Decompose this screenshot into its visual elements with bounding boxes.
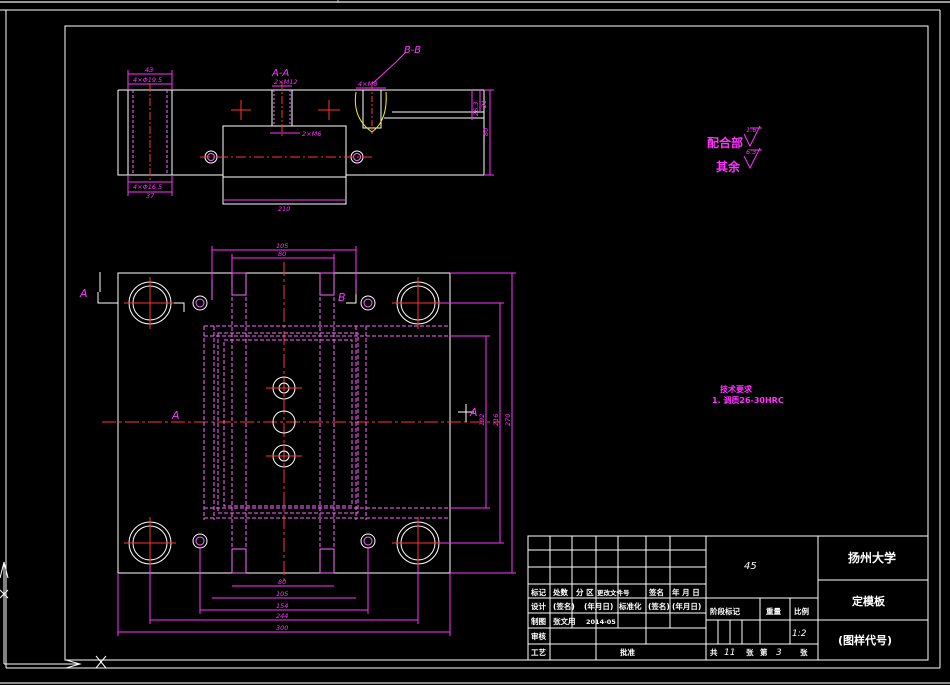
material-value: 45 xyxy=(744,561,757,572)
row-draw-date: 2014-05 xyxy=(586,618,616,626)
top-section-view: 43 4×Φ19.5 4×Φ16.5 37 2×M12 2×M6 4×M8 21… xyxy=(117,45,494,213)
ucs-icon xyxy=(0,561,107,669)
hdr-sign: 签名 xyxy=(648,587,664,597)
dim-hole-bottom: 4×Φ16.5 xyxy=(133,183,162,191)
sheet-unit: 张 xyxy=(746,648,754,657)
surface-fit-value: 1.6 xyxy=(746,126,756,134)
dim-bottom-154: 154 xyxy=(276,602,288,610)
dim-bb-thread: 4×M8 xyxy=(358,80,377,88)
row-check: 审核 xyxy=(531,631,546,641)
tech-req-item: 1. 调质26-30HRC xyxy=(712,395,784,405)
row-process: 工艺 xyxy=(531,647,546,657)
dim-bottom-80: 80 xyxy=(278,578,286,586)
row-design-label: 设计 xyxy=(531,601,546,611)
weight-label: 重量 xyxy=(766,606,781,616)
dim-80: 80 xyxy=(482,128,490,136)
section-label-aa: A-A xyxy=(271,68,289,79)
dim-screw-b: 2×M6 xyxy=(302,130,321,138)
sheet-unit2: 张 xyxy=(800,648,808,657)
university-name: 扬州大学 xyxy=(848,550,896,565)
cad-drawing: 43 4×Φ19.5 4×Φ16.5 37 2×M12 2×M6 4×M8 21… xyxy=(0,0,950,684)
dim-top-80: 80 xyxy=(278,250,286,258)
row-draw-label: 制图 xyxy=(531,616,546,626)
dim-21: 21 xyxy=(480,100,488,108)
dim-right-270: 270 xyxy=(504,414,512,426)
technical-requirements: 技术要求 1. 调质26-30HRC xyxy=(712,384,784,405)
dim-top-105: 105 xyxy=(276,242,288,250)
dim-hole-top: 4×Φ19.5 xyxy=(133,76,162,84)
section-a-center: A xyxy=(171,409,180,422)
row-design-std: 标准化 xyxy=(618,601,642,611)
hdr-mark: 标记 xyxy=(530,587,546,597)
surface-finish-notes: 配合部 1.6 其余 6.3 xyxy=(707,125,762,174)
dim-screw-aa: 2×M12 xyxy=(274,78,297,86)
dim-right-216: 216 xyxy=(492,414,500,426)
dim-bottom-244: 244 xyxy=(276,612,288,620)
dim-hole-bottom-width: 37 xyxy=(146,192,155,200)
hdr-change-doc: 更改文件号 xyxy=(597,588,630,597)
guide-hole-bl xyxy=(124,517,176,569)
row-design-std-sign: (签名) xyxy=(648,601,670,611)
hdr-date: 年 月 日 xyxy=(672,587,700,597)
title-block: 45 扬州大学 定模板 (图样代号) 标记 处数 分 区 更改文件号 签名 年 … xyxy=(527,535,929,661)
approve-label: 批准 xyxy=(620,647,635,657)
part-name: 定模板 xyxy=(852,594,886,608)
guide-hole-tl xyxy=(124,277,176,329)
scale-label: 比例 xyxy=(794,606,809,616)
total-label: 共 xyxy=(710,647,718,657)
dim-hole-width: 43 xyxy=(145,66,153,74)
dim-right-192: 192 xyxy=(478,414,486,426)
row-design-date: (年月日) xyxy=(584,601,613,611)
section-a-left: A xyxy=(79,287,88,300)
sheet-value: 3 xyxy=(776,648,782,658)
hdr-count: 处数 xyxy=(552,587,568,597)
drawing-border xyxy=(64,25,929,661)
row-design-std-date: (年月日) xyxy=(672,601,701,611)
guide-hole-tr xyxy=(392,277,444,329)
tech-req-title: 技术要求 xyxy=(720,384,753,394)
dim-bottom-300: 300 xyxy=(276,624,288,632)
drawing-code: (图样代号) xyxy=(838,633,892,647)
guide-hole-br xyxy=(392,517,444,569)
section-label-bb: B-B xyxy=(404,45,421,56)
dim-26: 26.3 xyxy=(472,102,480,116)
surface-rest-label: 其余 xyxy=(716,159,741,174)
row-draw-name: 张文用 xyxy=(553,616,576,626)
stage-label: 阶段标记 xyxy=(710,606,740,616)
section-a-right: A xyxy=(469,406,478,419)
dim-bottom-105: 105 xyxy=(276,590,288,598)
plan-view: A A A B 105 80 80 105 154 244 300 192 21… xyxy=(79,242,516,636)
surface-fit-label: 配合部 xyxy=(707,135,743,150)
hdr-zone: 分 区 xyxy=(576,587,594,597)
sheet-label: 第 xyxy=(760,647,768,657)
dim-210: 210 xyxy=(278,205,290,213)
scale-value: 1:2 xyxy=(792,629,807,639)
section-b-mid: B xyxy=(338,291,346,304)
row-design-sign: (签名) xyxy=(553,601,575,611)
surface-rest-value: 6.3 xyxy=(746,148,756,156)
total-value: 11 xyxy=(724,648,735,658)
